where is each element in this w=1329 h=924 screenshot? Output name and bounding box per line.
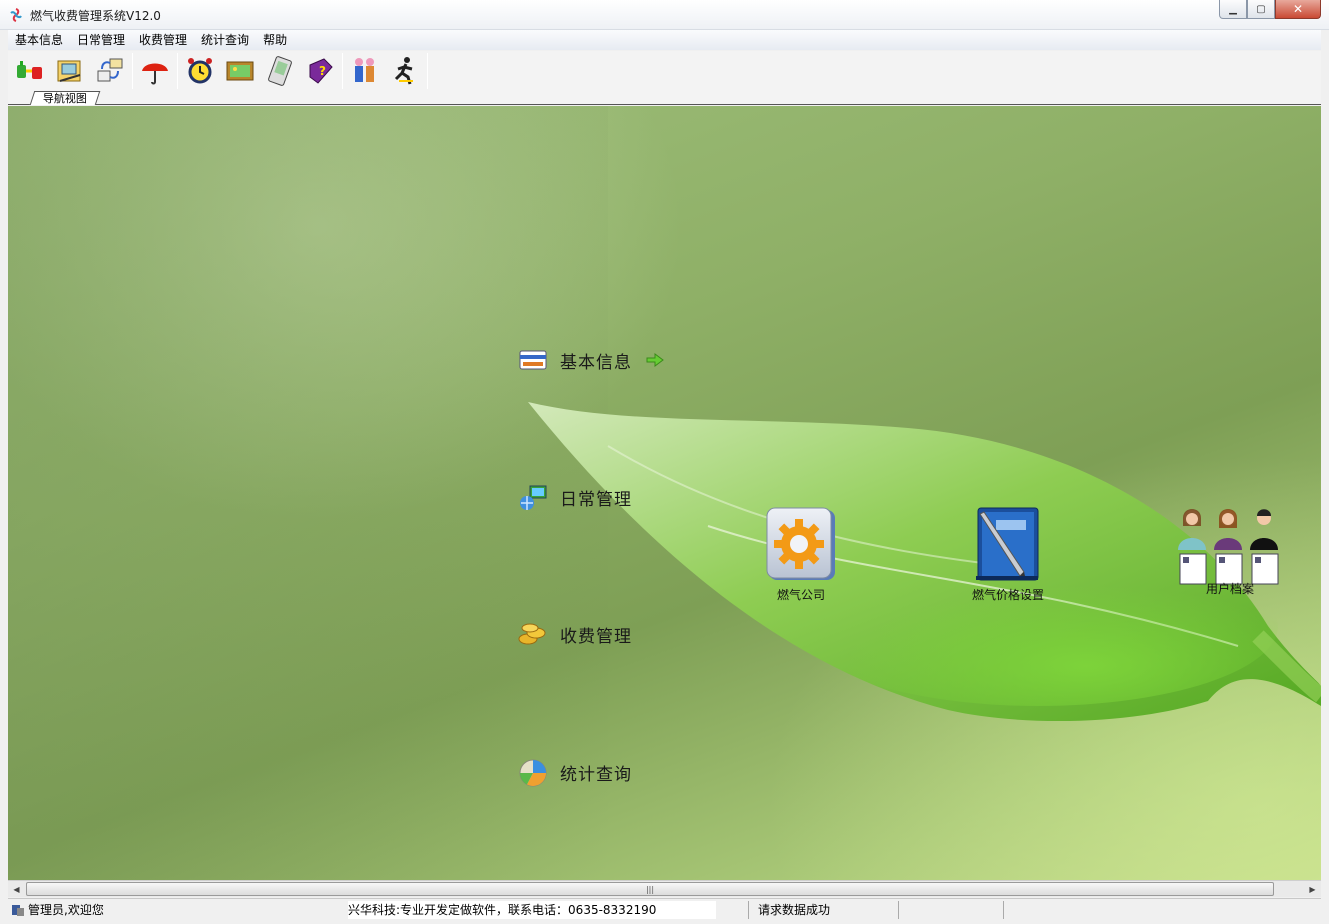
toolbar-umbrella-button[interactable]: [135, 52, 175, 90]
minimize-icon: ▁: [1229, 3, 1237, 15]
status-bar: 管理员,欢迎您 兴华科技:专业开发定做软件，联系电话：0635-8332190 …: [8, 898, 1321, 920]
scrollbar-thumb[interactable]: |||: [26, 882, 1274, 896]
users-icon: [355, 58, 374, 82]
folder-icon: [57, 60, 81, 82]
toolbar-exit-button[interactable]: [385, 52, 425, 90]
close-button[interactable]: ✕: [1275, 0, 1321, 19]
help-book-icon: ?: [309, 58, 333, 84]
toolbar-connect-button[interactable]: [10, 52, 50, 90]
toolbar: ?: [8, 51, 1321, 91]
user-profiles-icon: [1178, 509, 1279, 585]
nav-statistics-query[interactable]: 统计查询: [518, 757, 632, 787]
toolbar-separator: [177, 53, 178, 89]
nav-charge-management[interactable]: 收费管理: [518, 619, 632, 649]
minimize-button[interactable]: ▁: [1219, 0, 1247, 19]
tab-strip: 导航视图: [8, 91, 1321, 105]
title-bar: 燃气收费管理系统V12.0 ▁ ▢ ✕: [0, 0, 1329, 30]
arrow-right-icon: [646, 353, 664, 367]
network-computer-icon: [520, 485, 547, 510]
maximize-icon: ▢: [1256, 3, 1266, 15]
func-gas-company[interactable]: 燃气公司: [763, 506, 839, 603]
nav-basic-info[interactable]: 基本信息: [518, 345, 664, 375]
status-divider: [1003, 901, 1004, 919]
picture-icon: [226, 61, 254, 81]
scroll-right-icon[interactable]: ▶: [1304, 881, 1321, 897]
navigation-canvas: 基本信息 日常管理 收费管理 统计查询 燃气公司 燃气价格设置 用户档案: [8, 106, 1321, 880]
pie-chart-icon: [519, 759, 547, 787]
gear-icon: [766, 507, 835, 580]
toolbar-users-button[interactable]: [345, 52, 385, 90]
menu-basic-info[interactable]: 基本信息: [8, 30, 70, 50]
app-icon: [10, 8, 22, 22]
pda-icon: [268, 56, 292, 86]
menu-bar: 基本信息 日常管理 收费管理 统计查询 帮助: [8, 30, 1321, 50]
alarm-clock-icon: [188, 58, 212, 84]
toolbar-separator: [132, 53, 133, 89]
toolbar-separator: [342, 53, 343, 89]
notebook-pen-icon: [976, 507, 1039, 581]
leaf-background: [528, 402, 1321, 722]
coins-icon: [518, 623, 546, 645]
close-icon: ✕: [1292, 2, 1304, 16]
exit-runner-icon: [394, 57, 413, 85]
toolbar-alarm-button[interactable]: [180, 52, 220, 90]
menu-statistics-query[interactable]: 统计查询: [194, 30, 256, 50]
toolbar-separator: [427, 53, 428, 89]
tab-navigation-view[interactable]: 导航视图: [29, 91, 101, 105]
toolbar-pda-button[interactable]: [260, 52, 300, 90]
status-message: 请求数据成功: [758, 903, 831, 917]
toolbar-transfer-button[interactable]: [90, 52, 130, 90]
svg-text:?: ?: [319, 64, 326, 78]
horizontal-scrollbar[interactable]: ◀ ||| ▶: [8, 880, 1321, 897]
menu-daily-management[interactable]: 日常管理: [70, 30, 132, 50]
toolbar-folder-button[interactable]: [50, 52, 90, 90]
umbrella-icon: [142, 63, 168, 85]
status-divider: [898, 901, 899, 919]
nav-daily-management[interactable]: 日常管理: [518, 482, 632, 512]
connect-icon: [17, 61, 42, 79]
func-user-records[interactable]: 用户档案: [1174, 504, 1286, 597]
menu-charge-management[interactable]: 收费管理: [132, 30, 194, 50]
func-gas-price-setting[interactable]: 燃气价格设置: [970, 506, 1046, 603]
scroll-left-icon[interactable]: ◀: [8, 881, 25, 897]
card-icon: [519, 350, 547, 370]
menu-help[interactable]: 帮助: [256, 30, 294, 50]
user-status-icon: [12, 905, 24, 916]
status-user: 管理员,欢迎您: [28, 903, 104, 917]
status-divider: [748, 901, 749, 919]
toolbar-picture-button[interactable]: [220, 52, 260, 90]
status-company: 兴华科技:专业开发定做软件，联系电话：0635-8332190: [348, 901, 717, 919]
transfer-icon: [97, 58, 123, 82]
grip-icon: |||: [645, 884, 655, 894]
maximize-button[interactable]: ▢: [1247, 0, 1275, 19]
window-title: 燃气收费管理系统V12.0: [30, 9, 161, 23]
toolbar-help-button[interactable]: ?: [300, 52, 340, 90]
